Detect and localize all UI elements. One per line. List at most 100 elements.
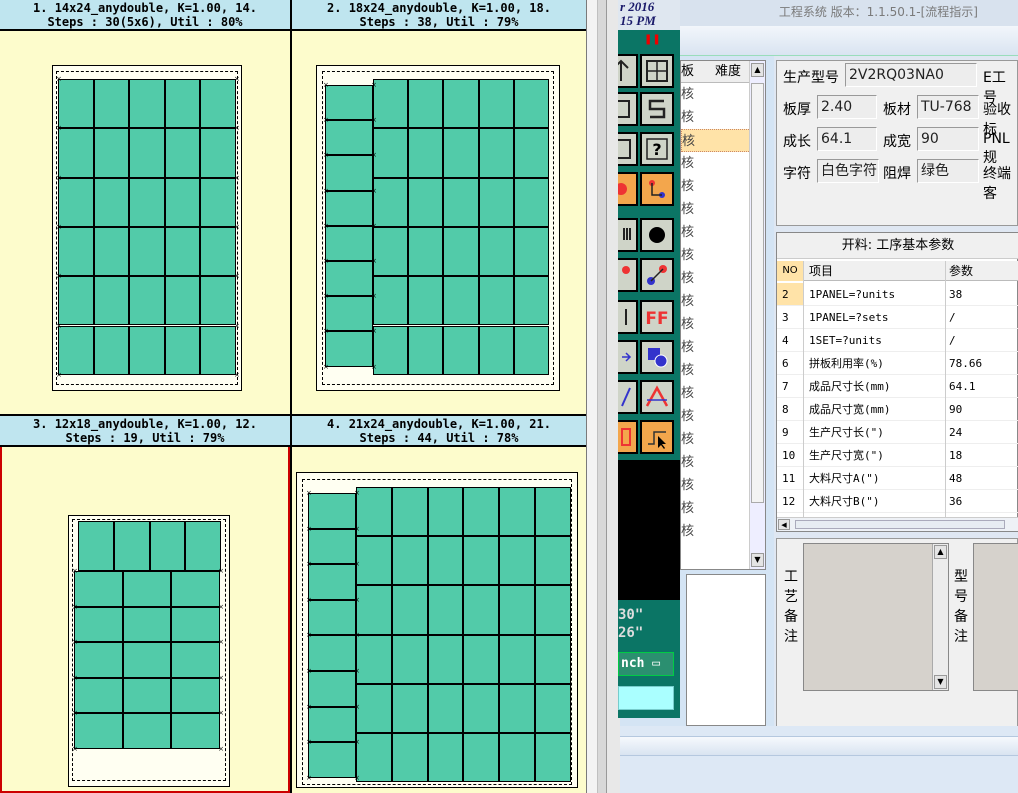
triangle-measure-icon[interactable] [640, 380, 674, 414]
table-row[interactable]: 6 拼板利用率(%) 78.66 [777, 352, 1018, 375]
fiducial-mark: × [323, 81, 329, 89]
fiducial-mark: × [234, 75, 240, 83]
shapes-icon[interactable] [640, 340, 674, 374]
model-field[interactable]: 2V2RQ03NA0 [845, 63, 977, 87]
process-notes-textarea[interactable]: ▲ ▼ [803, 543, 949, 691]
box-icon[interactable] [618, 420, 638, 454]
table-row[interactable]: 8 成品尺寸宽(mm) 90 [777, 398, 1018, 421]
unit-cell [164, 128, 201, 178]
unit-cell [499, 487, 535, 537]
model-notes-textarea[interactable] [973, 543, 1018, 691]
panel-layout-viewer: 1. 14x24_anydouble, K=1.00, 14. Steps : … [0, 0, 586, 793]
unit-cell [443, 79, 479, 129]
unit-cell [443, 177, 479, 227]
unit-cell [373, 276, 409, 326]
row-item: 1PANEL=?sets [809, 311, 889, 324]
unit-cell [200, 276, 236, 326]
table-row[interactable]: 7 成品尺寸长(mm) 64.1 [777, 375, 1018, 398]
unit-cell [78, 521, 114, 571]
fiducial-mark: × [323, 257, 329, 265]
comb-icon[interactable] [618, 218, 638, 252]
table-row[interactable]: 10 生产尺寸宽(") 18 [777, 444, 1018, 467]
table-row[interactable]: 3 1PANEL=?sets / [777, 306, 1018, 329]
soldermask-field[interactable]: 绿色 [917, 159, 979, 183]
table-row[interactable]: 12 大料尺寸B(") 36 [777, 490, 1018, 513]
unit-cell [325, 225, 373, 261]
red-dot-icon[interactable] [618, 258, 638, 292]
scroll-down-icon[interactable]: ▼ [934, 675, 947, 689]
params-hscrollbar[interactable]: ◀ [777, 517, 1018, 531]
unit-cell [122, 713, 172, 749]
vector-icon[interactable] [640, 258, 674, 292]
unit-cell [443, 226, 479, 277]
unit-cell [74, 606, 123, 643]
size-readout-2: 26" [618, 625, 644, 641]
fiducial-mark: × [354, 595, 360, 604]
scroll-up-icon[interactable]: ▲ [934, 545, 947, 559]
fiducial-mark: × [56, 124, 62, 133]
move-up-icon[interactable] [618, 54, 638, 88]
unit-toggle-button[interactable]: nch ▭ [618, 652, 674, 676]
fiducial-mark: × [371, 327, 377, 336]
job-list-scrollbar[interactable]: ▲ ▼ [749, 61, 765, 569]
table-row[interactable]: 2 1PANEL=?units 38 [777, 283, 1018, 306]
material-field[interactable]: TU-768 [917, 95, 979, 119]
row-number: 10 [777, 444, 803, 466]
fiducial-mark: × [323, 151, 329, 160]
scroll-down-icon[interactable]: ▼ [751, 553, 764, 567]
table-row[interactable]: 4 1SET=?units / [777, 329, 1018, 352]
drill-icon[interactable] [618, 172, 638, 206]
pause-icon[interactable]: ❚❚ [644, 34, 661, 45]
unit-cell [200, 79, 236, 129]
unit-cell [74, 677, 123, 714]
fiducial-mark: × [306, 667, 312, 675]
unit-cell [74, 713, 123, 749]
row-param: 18 [949, 449, 963, 462]
table-row[interactable]: 11 大料尺寸A(") 48 [777, 467, 1018, 490]
select-route-icon[interactable] [640, 420, 674, 454]
fiducial-icon[interactable]: FF [640, 300, 674, 334]
fiducial-mark: × [234, 124, 240, 133]
splitter[interactable] [586, 0, 598, 793]
frame-icon[interactable] [618, 92, 638, 126]
bracket-icon[interactable] [618, 300, 638, 334]
table-row[interactable]: 9 生产尺寸长(") 24 [777, 421, 1018, 444]
layout-option-1[interactable]: 1. 14x24_anydouble, K=1.00, 14. Steps : … [0, 0, 292, 416]
length-field[interactable]: 64.1 [817, 127, 877, 151]
layout-option-2[interactable]: 2. 18x24_anydouble, K=1.00, 18. Steps : … [292, 0, 586, 416]
thickness-field[interactable]: 2.40 [817, 95, 877, 119]
params-table-header: NO 项目 参数 [777, 261, 1018, 281]
unit-cell [427, 585, 464, 635]
width-field[interactable]: 90 [917, 127, 979, 151]
unit-cell [356, 487, 392, 537]
arrow-right-icon[interactable] [618, 340, 638, 374]
slope-icon[interactable] [618, 380, 638, 414]
fiducial-mark: × [56, 222, 62, 231]
notes-scrollbar[interactable]: ▲ ▼ [932, 544, 948, 690]
scroll-up-icon[interactable]: ▲ [751, 63, 764, 77]
connect-holes-icon[interactable] [640, 172, 674, 206]
row-param: 48 [949, 472, 963, 485]
unit-cell [58, 325, 94, 375]
unit-cell [356, 536, 392, 586]
row-param: 36 [949, 495, 963, 508]
help-icon[interactable]: ? [640, 132, 674, 166]
fiducial-mark: × [371, 221, 377, 230]
unit-cell [129, 128, 165, 178]
s-route-icon[interactable] [640, 92, 674, 126]
unit-cell [325, 261, 373, 297]
scroll-thumb[interactable] [751, 83, 764, 503]
layout-canvas: × × × × × × × × × × × × × × × × × × [292, 31, 586, 414]
svg-text:FF: FF [645, 309, 668, 329]
scroll-thumb[interactable] [795, 520, 1005, 529]
legend-field[interactable]: 白色字符 [817, 159, 879, 183]
col-item-header: 项目 [809, 264, 834, 278]
board-icon[interactable] [618, 132, 638, 166]
layout-option-4[interactable]: 4. 21x24_anydouble, K=1.00, 21. Steps : … [292, 416, 586, 793]
unit-cell [408, 276, 444, 326]
grid-panel-icon[interactable] [640, 54, 674, 88]
fiducial-mark: × [72, 709, 78, 718]
layout-option-3[interactable]: 3. 12x18_anydouble, K=1.00, 12. Steps : … [0, 416, 292, 793]
scroll-left-icon[interactable]: ◀ [778, 519, 790, 530]
point-icon[interactable] [640, 218, 674, 252]
